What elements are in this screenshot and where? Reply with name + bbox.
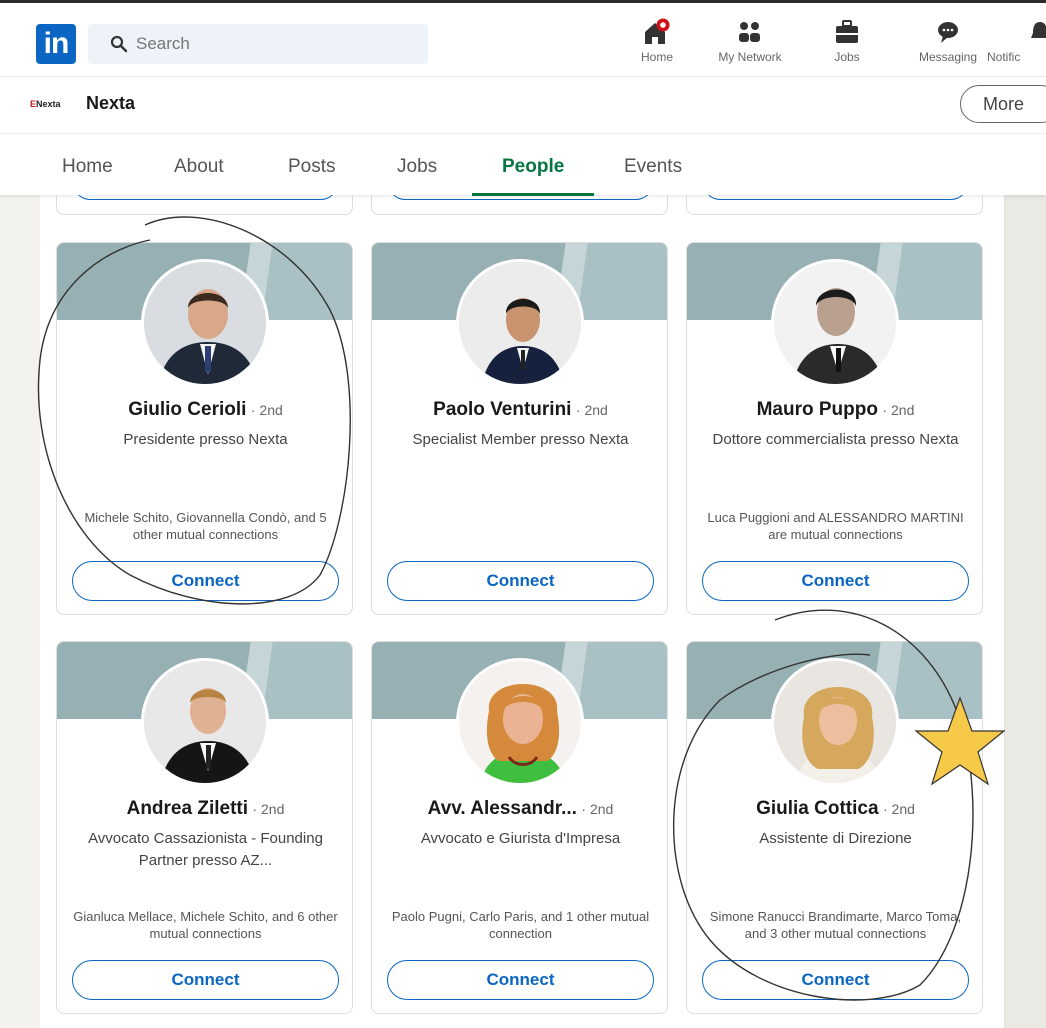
person-headline: Avvocato Cassazionista - Founding Partne… — [88, 830, 323, 869]
tab-events[interactable]: Events — [624, 156, 682, 178]
search-icon — [110, 35, 128, 53]
nav-notifications-label: Notific — [987, 50, 1021, 64]
nav-messaging-label: Messaging — [918, 50, 978, 64]
top-navigation: in Home My Network Jobs — [0, 0, 1046, 76]
person-card: Paolo Venturini · 2nd Specialist Member … — [371, 242, 668, 615]
previous-card-stub — [371, 195, 668, 215]
person-headline: Assistente di Direzione — [759, 830, 912, 847]
linkedin-logo[interactable]: in — [36, 24, 76, 64]
person-card: Andrea Ziletti · 2nd Avvocato Cassazioni… — [56, 641, 353, 1014]
nav-my-network-label: My Network — [718, 50, 782, 64]
avatar[interactable] — [771, 259, 899, 387]
person-name-line: Giulio Cerioli · 2nd — [57, 399, 352, 421]
tab-people[interactable]: People — [502, 156, 564, 178]
nav-home[interactable]: Home — [612, 18, 702, 70]
connection-degree: · 2nd — [250, 402, 283, 418]
tab-home[interactable]: Home — [62, 156, 113, 178]
bell-icon — [1031, 22, 1046, 38]
briefcase-icon — [836, 20, 858, 43]
nav-messaging[interactable]: Messaging — [903, 18, 993, 70]
tab-posts[interactable]: Posts — [288, 156, 336, 178]
connection-degree: · 2nd — [575, 402, 608, 418]
person-name[interactable]: Avv. Alessandr... — [428, 798, 577, 819]
mutual-connections[interactable]: Luca Puggioni and ALESSANDRO MARTINI are… — [701, 509, 970, 543]
nav-notifications[interactable]: Notific — [983, 18, 1046, 70]
avatar[interactable] — [141, 658, 269, 786]
person-card: Giulio Cerioli · 2nd Presidente presso N… — [56, 242, 353, 615]
connection-degree: · 2nd — [252, 801, 285, 817]
home-icon — [645, 18, 670, 44]
company-header: ENexta Nexta More — [0, 76, 1046, 132]
mutual-connections[interactable]: Michele Schito, Giovannella Condò, and 5… — [71, 509, 340, 543]
previous-connect-button[interactable] — [703, 195, 968, 200]
people-content[interactable]: Giulio Cerioli · 2nd Presidente presso N… — [0, 195, 1046, 1028]
previous-connect-button[interactable] — [73, 195, 338, 200]
avatar[interactable] — [456, 658, 584, 786]
person-name-line: Mauro Puppo · 2nd — [687, 399, 982, 421]
avatar[interactable] — [141, 259, 269, 387]
person-name-line: Avv. Alessandr... · 2nd — [372, 798, 667, 820]
person-name-line: Paolo Venturini · 2nd — [372, 399, 667, 421]
tab-jobs[interactable]: Jobs — [397, 156, 437, 178]
previous-card-stub — [686, 195, 983, 215]
person-name[interactable]: Giulia Cottica — [756, 798, 878, 819]
connect-button[interactable]: Connect — [72, 561, 339, 601]
messaging-icon — [938, 22, 958, 43]
connection-degree: · 2nd — [882, 402, 915, 418]
nav-jobs[interactable]: Jobs — [802, 18, 892, 70]
avatar[interactable] — [456, 259, 584, 387]
connection-degree: · 2nd — [883, 801, 915, 817]
more-button[interactable]: More — [960, 85, 1046, 123]
connection-degree: · 2nd — [581, 801, 614, 817]
mutual-connections[interactable]: Paolo Pugni, Carlo Paris, and 1 other mu… — [386, 908, 655, 942]
tab-about[interactable]: About — [174, 156, 224, 178]
connect-button[interactable]: Connect — [387, 960, 654, 1000]
right-rail — [1004, 195, 1046, 1028]
person-name-line: Andrea Ziletti · 2nd — [57, 798, 352, 820]
nav-home-label: Home — [640, 50, 673, 64]
people-grid: Giulio Cerioli · 2nd Presidente presso N… — [40, 195, 1004, 1028]
connect-button[interactable]: Connect — [702, 561, 969, 601]
nav-jobs-label: Jobs — [834, 50, 860, 64]
network-icon — [739, 22, 760, 42]
person-headline: Avvocato e Giurista d'Impresa — [420, 830, 621, 847]
page-tabs: Home About Posts Jobs People Events — [0, 133, 1046, 196]
person-name[interactable]: Giulio Cerioli — [128, 399, 246, 420]
person-headline: Specialist Member presso Nexta — [412, 431, 629, 448]
connect-button[interactable]: Connect — [387, 561, 654, 601]
connect-button[interactable]: Connect — [72, 960, 339, 1000]
company-logo: ENexta — [30, 99, 61, 109]
mutual-connections[interactable]: Simone Ranucci Brandimarte, Marco Toma, … — [701, 908, 970, 942]
active-tab-indicator — [472, 193, 594, 196]
person-card: Mauro Puppo · 2nd Dottore commercialista… — [686, 242, 983, 615]
top-border — [0, 0, 1046, 3]
previous-card-stub — [56, 195, 353, 215]
person-name[interactable]: Mauro Puppo — [757, 399, 878, 420]
mutual-connections[interactable]: Gianluca Mellace, Michele Schito, and 6 … — [71, 908, 340, 942]
person-card: Avv. Alessandr... · 2nd Avvocato e Giuri… — [371, 641, 668, 1014]
person-headline: Presidente presso Nexta — [123, 431, 288, 448]
search-box[interactable] — [88, 24, 428, 64]
avatar[interactable] — [771, 658, 899, 786]
connect-button[interactable]: Connect — [702, 960, 969, 1000]
search-input[interactable] — [136, 24, 416, 64]
nav-my-network[interactable]: My Network — [705, 18, 795, 70]
person-name[interactable]: Paolo Venturini — [433, 399, 571, 420]
person-name[interactable]: Andrea Ziletti — [127, 798, 248, 819]
person-name-line: Giulia Cottica · 2nd — [687, 798, 982, 820]
person-card: Giulia Cottica · 2nd Assistente di Direz… — [686, 641, 983, 1014]
person-headline: Dottore commercialista presso Nexta — [712, 431, 959, 448]
company-name: Nexta — [86, 93, 136, 113]
company-logo-text: Nexta — [36, 99, 61, 109]
